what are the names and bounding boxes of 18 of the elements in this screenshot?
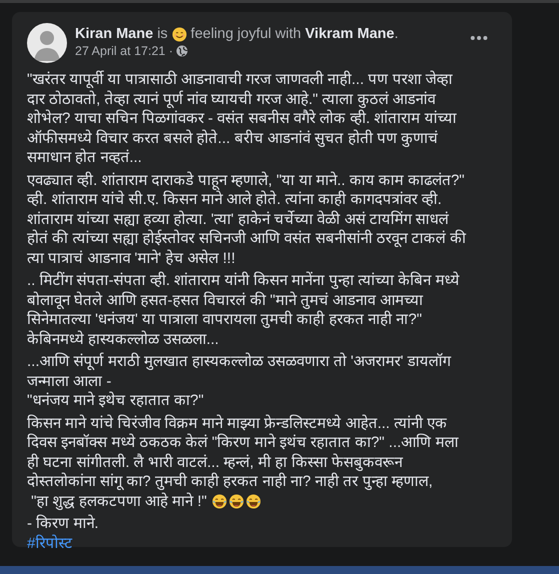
- post-header-text: Kiran Mane is: [75, 26, 168, 42]
- post-paragraph: .. मिटींग संपता-संपता व्ही. शांताराम यांनी किसन मानेंना पुन्हा त्यांच्या केबिन मध्ये बोलावून घेतले आणि हसत-हसत विचारलं की "माने तुमचं आडनाव आमच्या सिनेमातल्या 'धनंजय' या पात्राला वापरायला तुमची काही हरकत नाही ना?" केबिनमध्ये हास्यकल्लोळ उसळला...: [27, 271, 460, 349]
- post-paragraph-line: "हा शुद्ध हलकटपणा आहे माने !": [30, 492, 207, 511]
- hashtag-link[interactable]: #रिपोस्ट: [27, 534, 72, 553]
- laughing-face-icon: [212, 494, 227, 509]
- post-paragraph: "खरंतर यापूर्वी या पात्रासाठी आडनावाची गरज जाणवली नाही... पण परशा जेव्हा दार ठोठावतो, तेव्हा त्यानं पूर्ण नांव घ्यायची गरज आहे." त्याला कुठलं आडनांव शोभेल? याचा सचिन पिळगांवकर - वसंत सबनीस वगैरे लोक व्ही. शांताराम यांच्या ऑफीसमध्ये विचार करत बसले होते... बरीच आडनांवं सुचत होती पण कुणाचं समाधान होत नव्हतं...: [27, 70, 458, 168]
- post-paragraph: किसन माने यांचे चिरंजीव विक्रम माने माझ्या फ्रेन्डलिस्टमध्ये आहेत... त्यांनी एक दिवस इनबॉक्स मध्ये ठकठक केलं "किरण माने इथंच रहातात का?" ...आणि मला ही घटना सांगीतली. लै भारी वाटलं... म्हन्लं, मी हा किस्सा फेसबुकवरून दोस्तलोकांना सांगू का? तुमची काही हरकत नाही ना? नाही तर पुन्हा म्हणाल,: [27, 414, 460, 492]
- more-options-icon: [470, 35, 488, 41]
- post-paragraph: एवढ्यात व्ही. शांताराम दाराकडे पाहून म्हणाले, "या या माने.. काय काम काढलंत?" व्ही. शांताराम यांचे सी.ए. किसन माने आले होते. त्यांना काही कागदपत्रांवर व्ही. शांताराम यांच्या सह्या हव्या होत्या. 'त्या' हाकेनं चर्चेच्या वेळी असं टायमिंग साधलं होतं की त्यांच्या सह्या होईस्तोवर सचिनजी आणि वसंत सबनीसांनी ठरवून टाकलं की त्या पात्राचं आडनाव 'माने' हेच असेल !!!: [27, 170, 468, 268]
- post-paragraph: - किरण माने.: [27, 514, 100, 534]
- post-timestamp[interactable]: 27 April at 17:21 ·: [75, 44, 173, 58]
- laughing-face-icon: [246, 494, 261, 509]
- post-header-text: feeling joyful with Vikram Mane.: [190, 26, 398, 42]
- laughing-face-icon: [228, 494, 244, 509]
- post-paragraph: ...आणि संपूर्ण मराठी मुलखात हास्यकल्लोळ उसळवणारा तो 'अजरामर' डायलॉग जन्माला आला - "धनंजय माने इथेच रहातात का?": [27, 352, 452, 410]
- globe-icon: [176, 45, 188, 57]
- avatar-placeholder[interactable]: [27, 23, 67, 63]
- smiling-face-icon: [172, 26, 187, 42]
